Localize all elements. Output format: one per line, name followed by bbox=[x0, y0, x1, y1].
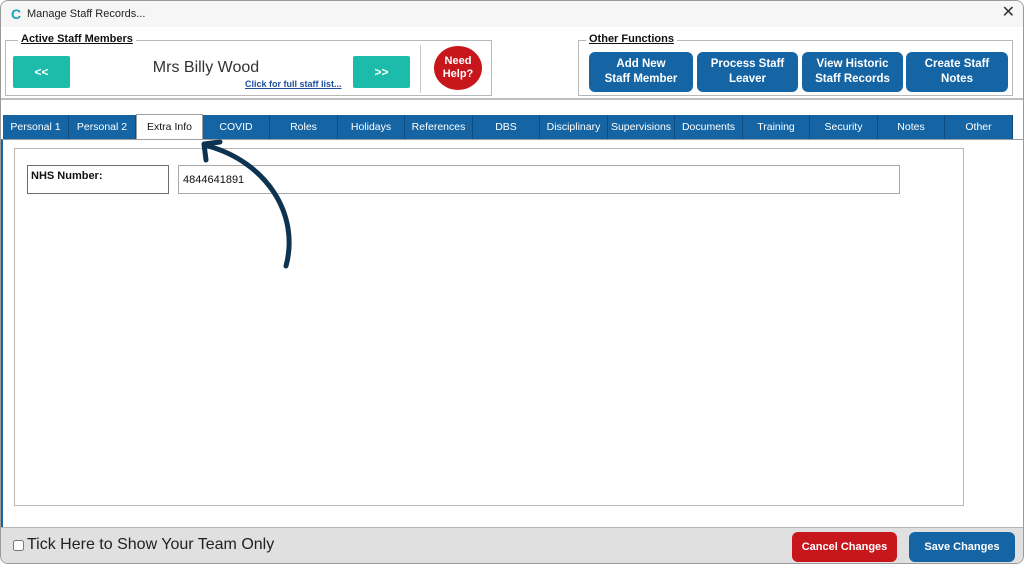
title-bar: C Manage Staff Records... ✕ bbox=[1, 1, 1023, 27]
tab-training[interactable]: Training bbox=[743, 115, 810, 139]
save-changes-button[interactable]: Save Changes bbox=[909, 532, 1015, 562]
nhs-number-label: NHS Number: bbox=[27, 165, 169, 194]
app-logo-icon: C bbox=[10, 6, 22, 22]
cancel-changes-button[interactable]: Cancel Changes bbox=[792, 532, 897, 562]
create-staff-notes-button[interactable]: Create Staff Notes bbox=[906, 52, 1008, 92]
tab-personal-1[interactable]: Personal 1 bbox=[3, 115, 69, 139]
active-staff-label: Active Staff Members bbox=[18, 33, 136, 45]
tab-roles[interactable]: Roles bbox=[270, 115, 338, 139]
full-staff-list-link[interactable]: Click for full staff list... bbox=[245, 79, 342, 89]
tab-references[interactable]: References bbox=[405, 115, 473, 139]
tab-supervisions[interactable]: Supervisions bbox=[608, 115, 675, 139]
tab-documents[interactable]: Documents bbox=[675, 115, 743, 139]
team-only-checkbox[interactable] bbox=[13, 540, 24, 551]
tab-disciplinary[interactable]: Disciplinary bbox=[540, 115, 608, 139]
staff-name: Mrs Billy Wood bbox=[152, 59, 260, 76]
process-staff-leaver-button[interactable]: Process Staff Leaver bbox=[697, 52, 798, 92]
tab-personal-2[interactable]: Personal 2 bbox=[69, 115, 136, 139]
window-title: Manage Staff Records... bbox=[27, 8, 146, 20]
tab-extra-info[interactable]: Extra Info bbox=[136, 114, 203, 139]
tab-security[interactable]: Security bbox=[810, 115, 878, 139]
manage-staff-window: C Manage Staff Records... ✕ Active Staff… bbox=[0, 0, 1024, 564]
close-icon[interactable]: ✕ bbox=[1002, 4, 1015, 22]
tab-content: NHS Number: bbox=[1, 139, 1023, 527]
active-staff-group: Active Staff Members << Mrs Billy Wood C… bbox=[5, 33, 492, 96]
next-staff-button[interactable]: >> bbox=[353, 56, 410, 88]
other-functions-group: Other Functions Add New Staff Member Proc… bbox=[578, 33, 1013, 96]
divider bbox=[420, 45, 421, 93]
view-historic-staff-records-button[interactable]: View Historic Staff Records bbox=[802, 52, 903, 92]
help-label: Need Help? bbox=[442, 55, 474, 80]
tab-bar: Personal 1 Personal 2 Extra Info COVID R… bbox=[1, 100, 1023, 140]
tab-covid[interactable]: COVID bbox=[203, 115, 270, 139]
other-functions-label: Other Functions bbox=[586, 33, 677, 45]
tab-dbs[interactable]: DBS bbox=[473, 115, 540, 139]
tab-holidays[interactable]: Holidays bbox=[338, 115, 405, 139]
previous-staff-button[interactable]: << bbox=[13, 56, 70, 88]
team-only-label: Tick Here to Show Your Team Only bbox=[27, 536, 275, 553]
header: Active Staff Members << Mrs Billy Wood C… bbox=[1, 27, 1023, 100]
footer-bar: Tick Here to Show Your Team Only Cancel … bbox=[1, 527, 1023, 563]
extra-info-panel: NHS Number: bbox=[14, 148, 964, 506]
need-help-button[interactable]: Need Help? bbox=[434, 46, 482, 90]
tab-notes[interactable]: Notes bbox=[878, 115, 945, 139]
tab-other[interactable]: Other bbox=[945, 115, 1013, 139]
add-new-staff-member-button[interactable]: Add New Staff Member bbox=[589, 52, 693, 92]
nhs-number-input[interactable] bbox=[178, 165, 900, 194]
